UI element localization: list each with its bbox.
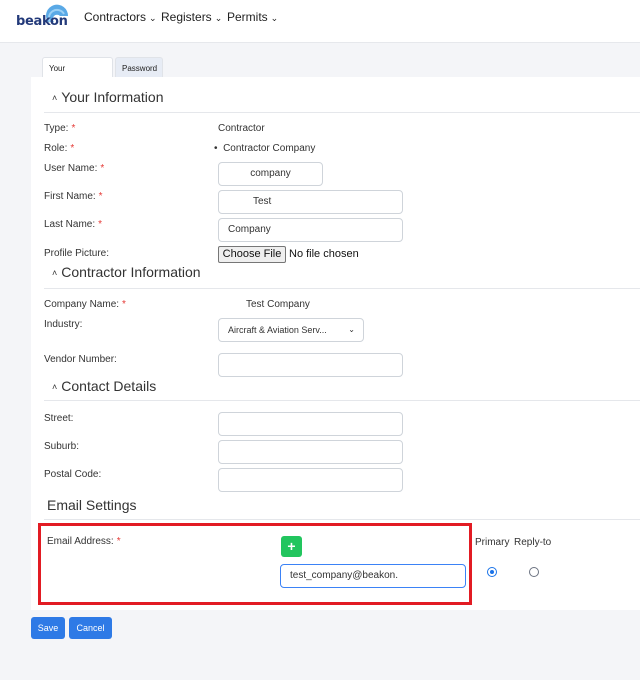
firstname-input[interactable]: Test <box>218 190 403 214</box>
required-mark: * <box>116 536 121 547</box>
type-value: Contractor <box>218 123 265 134</box>
chevron-down-icon: ⌄ <box>270 13 279 23</box>
email-address-label-text: Email Address: <box>47 536 114 547</box>
postal-code-input[interactable] <box>218 468 403 492</box>
vendor-number-label: Vendor Number: <box>44 354 117 365</box>
nav-registers[interactable]: Registers ⌄ <box>161 10 222 24</box>
collapse-caret-icon: ˄ <box>52 268 58 278</box>
section-header-your-information[interactable]: ˄ Your Information <box>52 89 163 105</box>
industry-select[interactable]: Aircraft & Aviation Serv... ⌄ <box>218 318 364 342</box>
nav-permits[interactable]: Permits ⌄ <box>227 10 278 24</box>
suburb-input[interactable] <box>218 440 403 464</box>
suburb-label: Suburb: <box>44 441 80 452</box>
firstname-label-text: First Name: <box>44 191 96 202</box>
profile-picture-label: Profile Picture: <box>44 248 110 259</box>
industry-label: Industry: <box>44 319 83 330</box>
firstname-label: First Name: * <box>44 191 103 202</box>
vendor-number-input[interactable] <box>218 353 403 377</box>
role-label-text: Role: <box>44 143 68 154</box>
primary-column-label: Primary <box>475 537 510 548</box>
logo-text: beakon <box>16 14 68 29</box>
username-input[interactable]: company <box>218 162 323 186</box>
required-mark: * <box>100 163 105 174</box>
role-value-text: Contractor Company <box>223 143 316 154</box>
section-title: Contact Details <box>61 378 157 394</box>
lastname-input[interactable]: Company <box>218 218 403 242</box>
nav-contractors[interactable]: Contractors ⌄ <box>84 10 157 24</box>
section-title: Your Information <box>61 89 164 105</box>
company-name-label: Company Name: * <box>44 299 126 310</box>
nav-permits-label: Permits <box>227 10 268 24</box>
role-label: Role: * <box>44 143 74 154</box>
divider <box>44 288 640 289</box>
section-header-contact-details[interactable]: ˄ Contact Details <box>52 378 156 394</box>
divider <box>44 112 640 113</box>
bullet-icon: • <box>214 143 218 154</box>
chevron-down-icon: ⌄ <box>214 13 223 23</box>
divider <box>44 519 640 520</box>
reply-to-radio[interactable] <box>529 567 539 577</box>
top-navbar: beakon Contractors ⌄ Registers ⌄ Permits ⌄ <box>0 0 640 43</box>
tab-password[interactable]: Password <box>115 57 163 78</box>
role-value: • Contractor Company <box>214 143 315 154</box>
postal-code-label: Postal Code: <box>44 469 102 480</box>
required-mark: * <box>70 143 75 154</box>
collapse-caret-icon: ˄ <box>52 382 58 392</box>
nav-registers-label: Registers <box>161 10 212 24</box>
street-label: Street: <box>44 413 74 424</box>
choose-file-button[interactable]: Choose File <box>218 246 286 263</box>
nav-contractors-label: Contractors <box>84 10 147 24</box>
type-label-text: Type: <box>44 123 69 134</box>
lastname-label: Last Name: * <box>44 219 102 230</box>
company-name-value: Test Company <box>246 299 310 310</box>
required-mark: * <box>122 299 126 310</box>
required-mark: * <box>71 123 76 134</box>
industry-selected-value: Aircraft & Aviation Serv... <box>228 325 327 335</box>
chevron-down-icon: ⌄ <box>149 13 157 23</box>
add-email-button[interactable]: + <box>281 536 302 557</box>
company-name-label-text: Company Name: <box>44 299 120 310</box>
email-address-input[interactable]: test_company@beakon. <box>280 564 466 588</box>
collapse-caret-icon: ˄ <box>52 93 58 103</box>
chevron-down-icon: ⌄ <box>348 325 355 334</box>
username-label: User Name: * <box>44 163 104 174</box>
email-address-label: Email Address: * <box>47 536 121 547</box>
section-header-contractor-information[interactable]: ˄ Contractor Information <box>52 264 201 280</box>
divider <box>44 400 640 401</box>
cancel-button[interactable]: Cancel <box>69 617 112 639</box>
section-title: Contractor Information <box>61 264 201 280</box>
file-status-text: No file chosen <box>289 248 359 260</box>
reply-to-column-label: Reply-to <box>514 537 552 548</box>
save-button[interactable]: Save <box>31 617 65 639</box>
required-mark: * <box>98 191 103 202</box>
required-mark: * <box>98 219 103 230</box>
username-label-text: User Name: <box>44 163 98 174</box>
lastname-label-text: Last Name: <box>44 219 96 230</box>
tab-your-information[interactable]: Your Information <box>42 57 113 94</box>
beakon-logo[interactable]: beakon <box>14 4 74 34</box>
street-input[interactable] <box>218 412 403 436</box>
primary-radio[interactable] <box>487 567 497 577</box>
section-header-email-settings: Email Settings <box>47 497 137 513</box>
type-label: Type: * <box>44 123 75 134</box>
